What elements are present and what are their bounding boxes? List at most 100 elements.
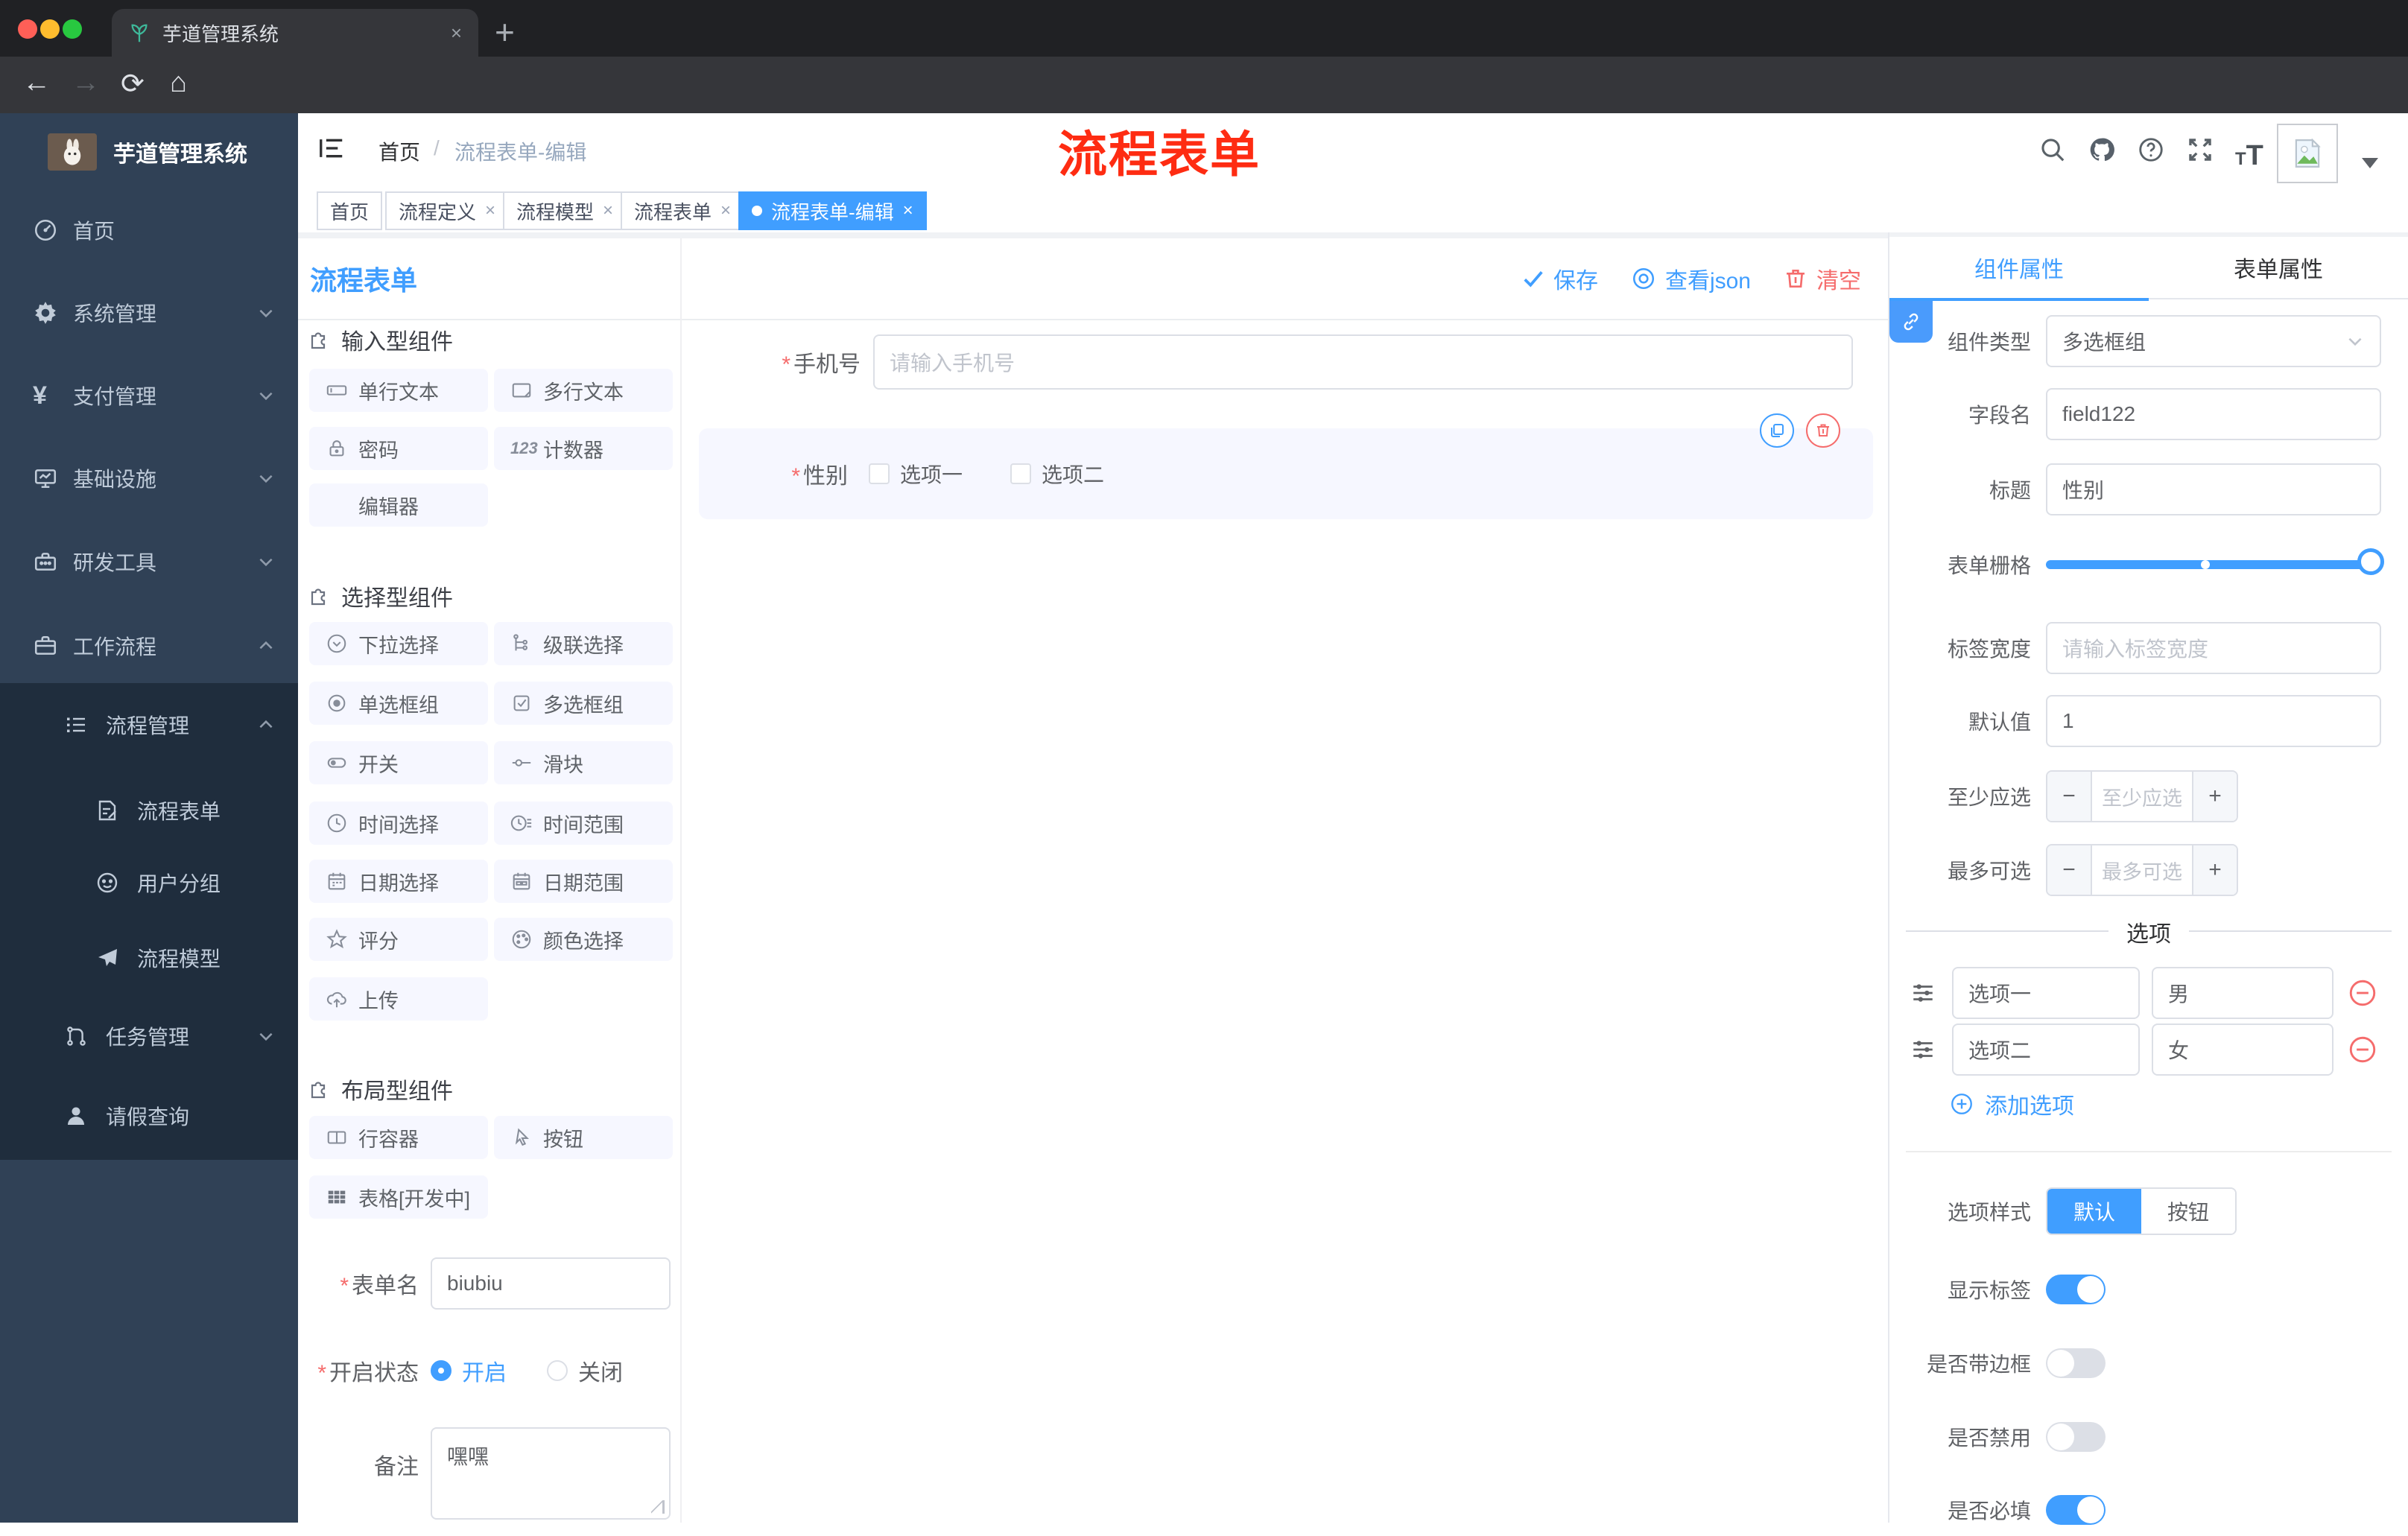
back-icon[interactable]: ← xyxy=(22,67,51,99)
show-label-toggle[interactable] xyxy=(2046,1275,2106,1304)
tag-process-form-edit[interactable]: 流程表单-编辑 × xyxy=(738,191,927,230)
stepper-minus-button[interactable]: − xyxy=(2047,845,2092,895)
fullscreen-icon[interactable] xyxy=(2186,136,2214,164)
sidebar-item-task-manage[interactable]: 任务管理 xyxy=(0,1000,298,1072)
save-button[interactable]: 保存 xyxy=(1522,262,1598,295)
required-toggle[interactable] xyxy=(2046,1495,2106,1525)
option2-label-input[interactable]: 选项二 xyxy=(1952,1024,2140,1076)
max-select-stepper[interactable]: − 最多可选 + xyxy=(2046,844,2238,896)
label-width-input[interactable]: 请输入标签宽度 xyxy=(2046,622,2381,674)
sidebar-item-system[interactable]: 系统管理 xyxy=(0,277,298,349)
sidebar-logo[interactable]: 芋道管理系统 xyxy=(0,113,298,191)
chip-time-picker[interactable]: 时间选择 xyxy=(309,802,488,845)
chip-table[interactable]: 表格[开发中] xyxy=(309,1175,488,1219)
tag-close-icon[interactable]: × xyxy=(603,200,613,221)
tag-close-icon[interactable]: × xyxy=(720,200,731,221)
chip-upload[interactable]: 上传 xyxy=(309,977,488,1021)
new-tab-button[interactable]: + xyxy=(495,12,515,52)
delete-component-button[interactable] xyxy=(1806,413,1840,448)
style-default-button[interactable]: 默认 xyxy=(2047,1189,2141,1234)
gender-option2-checkbox[interactable] xyxy=(1010,463,1032,484)
form-name-input[interactable]: biubiu xyxy=(431,1257,671,1310)
border-toggle[interactable] xyxy=(2046,1348,2106,1378)
gender-field-selected-component[interactable]: * 性别 选项一 选项二 xyxy=(699,413,1873,519)
chip-date-picker[interactable]: 日期选择 xyxy=(309,860,488,903)
chip-button[interactable]: 按钮 xyxy=(494,1116,673,1159)
title-input[interactable]: 性别 xyxy=(2046,463,2381,515)
traffic-light-close[interactable] xyxy=(18,19,37,39)
chip-rate[interactable]: 评分 xyxy=(309,918,488,961)
chip-switch[interactable]: 开关 xyxy=(309,741,488,784)
phone-field-row[interactable]: * 手机号 请输入手机号 xyxy=(682,334,1888,390)
chip-cascader[interactable]: 级联选择 xyxy=(494,622,673,665)
sidebar-item-workflow[interactable]: 工作流程 xyxy=(0,610,298,682)
home-icon[interactable]: ⌂ xyxy=(170,67,187,99)
github-icon[interactable] xyxy=(2088,136,2116,164)
tag-close-icon[interactable]: × xyxy=(903,200,913,221)
tag-home[interactable]: 首页 xyxy=(317,191,383,230)
chip-row-container[interactable]: 行容器 xyxy=(309,1116,488,1159)
chip-date-range[interactable]: 日期范围 xyxy=(494,860,673,903)
avatar[interactable] xyxy=(2277,124,2338,183)
status-off-label[interactable]: 关闭 xyxy=(578,1354,623,1387)
chip-time-range[interactable]: 时间范围 xyxy=(494,802,673,845)
remove-option-button[interactable] xyxy=(2347,977,2378,1009)
text-size-icon[interactable]: TT xyxy=(2235,140,2263,172)
copy-component-button[interactable] xyxy=(1760,413,1794,448)
breadcrumb-home[interactable]: 首页 xyxy=(378,136,420,166)
stepper-plus-button[interactable]: + xyxy=(2192,845,2237,895)
disabled-toggle[interactable] xyxy=(2046,1422,2106,1452)
default-value-input[interactable]: 1 xyxy=(2046,695,2381,747)
textarea-resize-handle[interactable] xyxy=(651,1500,665,1514)
browser-tab[interactable]: 芋道管理系统 × xyxy=(112,9,478,57)
tag-close-icon[interactable]: × xyxy=(485,200,495,221)
phone-input[interactable]: 请输入手机号 xyxy=(873,334,1853,390)
form-grid-slider[interactable] xyxy=(2046,548,2384,575)
reload-icon[interactable]: ⟳ xyxy=(121,67,145,101)
sidebar-item-payment[interactable]: ¥ 支付管理 xyxy=(0,360,298,431)
sidebar-item-home[interactable]: 首页 xyxy=(0,194,298,266)
drag-handle-icon[interactable] xyxy=(1910,980,1936,1006)
view-json-button[interactable]: 查看json xyxy=(1631,262,1751,295)
tag-process-form[interactable]: 流程表单 × xyxy=(621,191,745,230)
status-off-radio[interactable] xyxy=(547,1360,568,1381)
chip-counter[interactable]: 123 计数器 xyxy=(494,427,673,470)
chip-radio-group[interactable]: 单选框组 xyxy=(309,682,488,725)
tag-process-model[interactable]: 流程模型 × xyxy=(503,191,627,230)
sidebar-item-user-group[interactable]: 用户分组 xyxy=(0,847,298,918)
min-select-stepper[interactable]: − 至少应选 + xyxy=(2046,770,2238,822)
tab-component-props[interactable]: 组件属性 xyxy=(1889,237,2149,298)
chip-checkbox-group[interactable]: 多选框组 xyxy=(494,682,673,725)
gender-option1-checkbox[interactable] xyxy=(869,463,890,484)
gender-option2-label[interactable]: 选项二 xyxy=(1042,459,1104,489)
slider-handle[interactable] xyxy=(2357,548,2384,575)
gender-option1-label[interactable]: 选项一 xyxy=(900,459,963,489)
stepper-plus-button[interactable]: + xyxy=(2192,772,2237,821)
sidebar-item-process-form[interactable]: 流程表单 xyxy=(0,775,298,846)
chip-single-line-text[interactable]: 单行文本 xyxy=(309,369,488,412)
add-option-button[interactable]: 添加选项 xyxy=(1949,1088,2074,1120)
tab-close-icon[interactable]: × xyxy=(451,22,462,45)
sidebar-item-leave-query[interactable]: 请假查询 xyxy=(0,1080,298,1152)
form-canvas[interactable]: * 手机号 请输入手机号 * 性别 选项一 选项二 xyxy=(682,320,1888,1523)
stepper-minus-button[interactable]: − xyxy=(2047,772,2092,821)
sidebar-item-infrastructure[interactable]: 基础设施 xyxy=(0,442,298,514)
chip-textarea[interactable]: 多行文本 xyxy=(494,369,673,412)
field-name-input[interactable]: field122 xyxy=(2046,388,2381,440)
chip-slider[interactable]: 滑块 xyxy=(494,741,673,784)
traffic-light-zoom[interactable] xyxy=(63,19,82,39)
drag-handle-icon[interactable] xyxy=(1910,1037,1936,1062)
chip-editor[interactable]: 编辑器 xyxy=(309,483,488,527)
search-icon[interactable] xyxy=(2038,136,2067,164)
sidebar-item-process-manage[interactable]: 流程管理 xyxy=(0,689,298,761)
remove-option-button[interactable] xyxy=(2347,1034,2378,1065)
chip-color-picker[interactable]: 颜色选择 xyxy=(494,918,673,961)
option1-label-input[interactable]: 选项一 xyxy=(1952,967,2140,1019)
forward-icon[interactable]: → xyxy=(72,67,100,99)
component-type-select[interactable]: 多选框组 xyxy=(2046,315,2381,367)
tab-form-props[interactable]: 表单属性 xyxy=(2149,237,2408,298)
avatar-caret-icon[interactable] xyxy=(2362,158,2378,168)
chip-select[interactable]: 下拉选择 xyxy=(309,622,488,665)
tag-process-definition[interactable]: 流程定义 × xyxy=(385,191,510,230)
option1-value-input[interactable]: 男 xyxy=(2152,967,2333,1019)
